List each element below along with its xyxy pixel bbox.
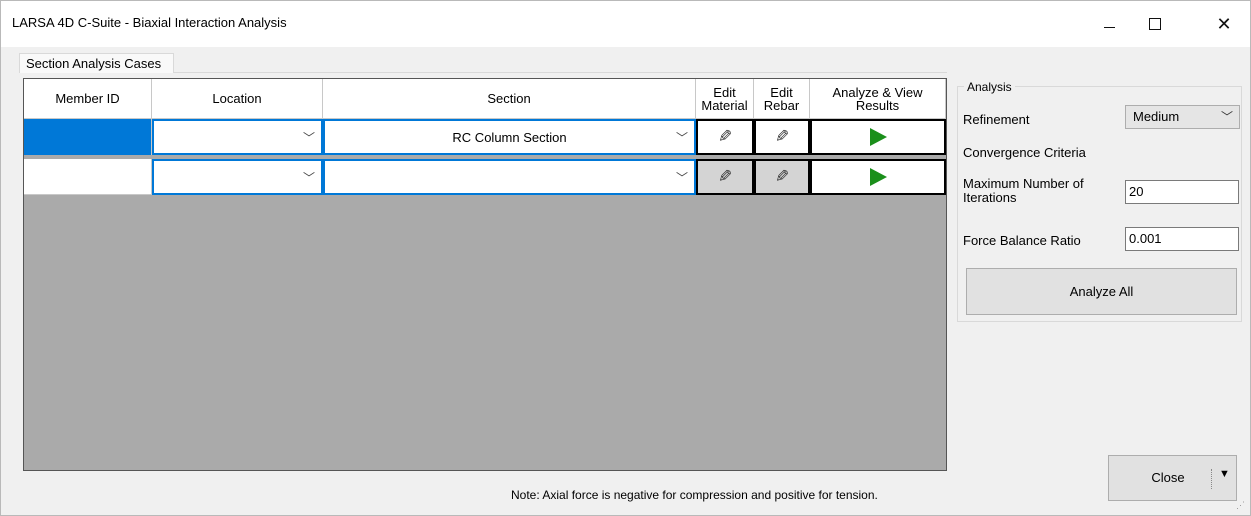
chevron-down-icon: ﹀ — [675, 171, 688, 185]
tab-divider — [174, 72, 947, 73]
max-iterations-input[interactable]: 20 — [1125, 180, 1239, 204]
row1-analyze-button[interactable] — [810, 119, 946, 155]
split-divider — [1211, 469, 1213, 489]
row1-section-combo[interactable]: RC Column Section ﹀ — [323, 119, 696, 155]
pencil-icon: ✎ — [717, 167, 733, 186]
resize-grip-icon[interactable]: ⋰ — [1236, 500, 1245, 511]
row2-edit-material-button[interactable]: ✎ — [696, 159, 754, 195]
section-cases-grid[interactable]: Member ID Location Section Edit Material… — [23, 78, 947, 471]
row1-section-value: RC Column Section — [452, 129, 567, 145]
row2-edit-rebar-button[interactable]: ✎ — [754, 159, 810, 195]
maximize-button[interactable] — [1132, 1, 1178, 47]
force-balance-label: Force Balance Ratio — [963, 233, 1081, 248]
column-header-section[interactable]: Section — [323, 79, 696, 119]
analysis-legend: Analysis — [964, 80, 1015, 94]
play-icon — [869, 168, 887, 186]
refinement-value: Medium — [1133, 109, 1180, 124]
max-iterations-label: Maximum Number of Iterations — [963, 176, 1084, 205]
row2-member-id-cell[interactable] — [24, 159, 152, 195]
row2-section-combo[interactable]: ﹀ — [323, 159, 696, 195]
force-balance-input[interactable]: 0.001 — [1125, 227, 1239, 251]
chevron-down-icon: ﹀ — [302, 131, 315, 145]
title-bar: LARSA 4D C-Suite - Biaxial Interaction A… — [1, 1, 1250, 47]
column-header-analyze-view[interactable]: Analyze & View Results — [810, 79, 946, 119]
row2-analyze-button[interactable] — [810, 159, 946, 195]
minimize-icon — [1103, 26, 1115, 28]
close-icon: ✕ — [1216, 13, 1232, 34]
minimize-button[interactable] — [1086, 1, 1132, 47]
axial-force-note: Note: Axial force is negative for compre… — [511, 488, 878, 502]
column-header-edit-material[interactable]: Edit Material — [696, 79, 754, 119]
dropdown-arrow-icon[interactable]: ▼ — [1219, 468, 1230, 480]
pencil-icon: ✎ — [774, 167, 790, 186]
row1-member-id-cell[interactable] — [24, 119, 152, 155]
column-header-location[interactable]: Location — [152, 79, 323, 119]
play-icon — [869, 128, 887, 146]
row1-edit-rebar-button[interactable]: ✎ — [754, 119, 810, 155]
row1-location-combo[interactable]: ﹀ — [152, 119, 323, 155]
refinement-label: Refinement — [963, 112, 1030, 127]
maximize-icon — [1149, 18, 1161, 30]
chevron-down-icon: ﹀ — [302, 171, 315, 185]
window-title: LARSA 4D C-Suite - Biaxial Interaction A… — [12, 15, 287, 30]
chevron-down-icon: ﹀ — [1220, 110, 1233, 124]
row2-location-combo[interactable]: ﹀ — [152, 159, 323, 195]
analyze-all-button[interactable]: Analyze All — [966, 268, 1237, 315]
close-window-button[interactable]: ✕ — [1201, 1, 1247, 47]
pencil-icon: ✎ — [774, 127, 790, 146]
row1-edit-material-button[interactable]: ✎ — [696, 119, 754, 155]
chevron-down-icon: ﹀ — [675, 131, 688, 145]
column-header-member-id[interactable]: Member ID — [24, 79, 152, 119]
column-header-edit-rebar[interactable]: Edit Rebar — [754, 79, 810, 119]
tab-section-analysis-cases[interactable]: Section Analysis Cases — [19, 53, 174, 73]
close-button-label: Close — [1151, 470, 1185, 485]
close-split-button[interactable]: Close ▼ — [1108, 455, 1237, 501]
pencil-icon: ✎ — [717, 127, 733, 146]
convergence-criteria-label: Convergence Criteria — [963, 145, 1086, 160]
refinement-select[interactable]: Medium ﹀ — [1125, 105, 1240, 129]
